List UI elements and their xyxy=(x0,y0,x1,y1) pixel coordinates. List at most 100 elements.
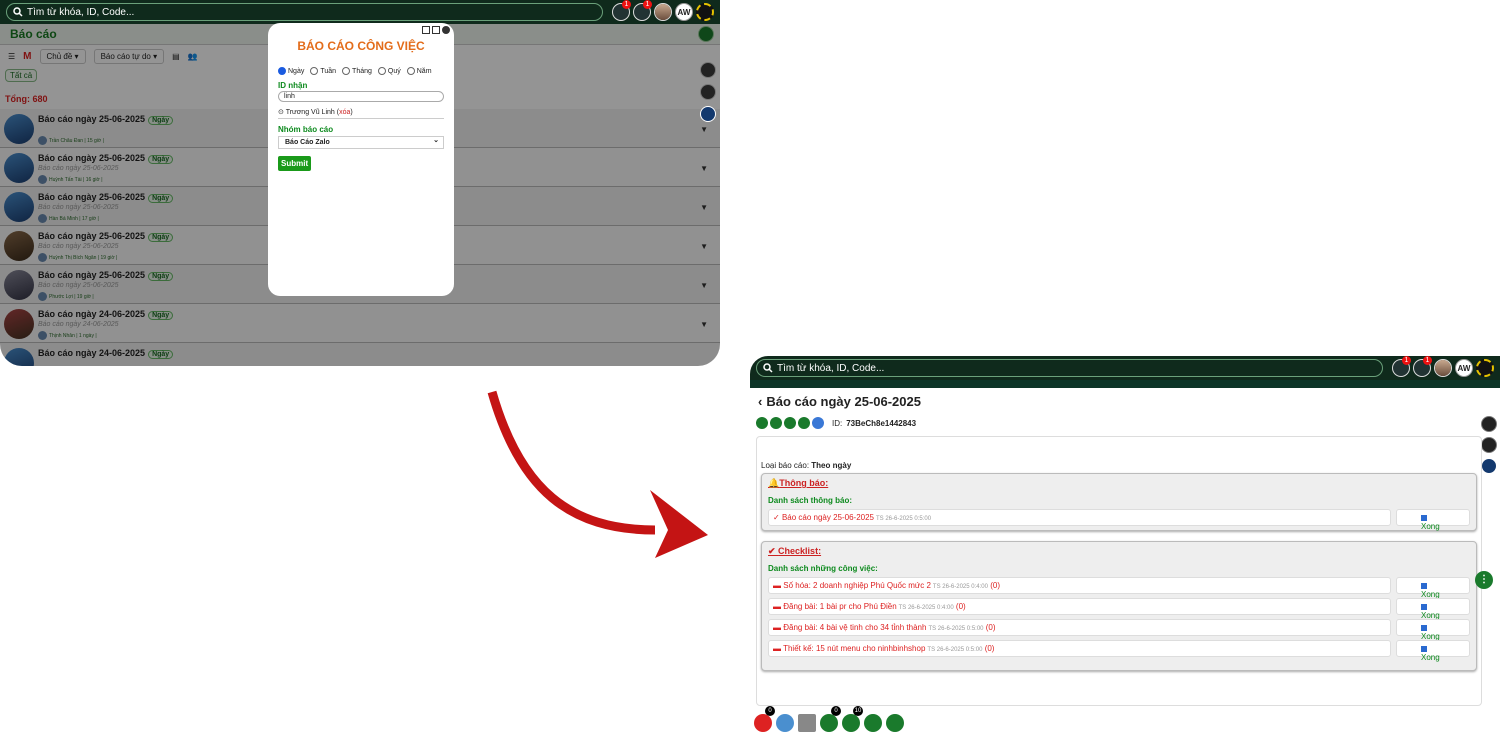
history-icon[interactable] xyxy=(864,714,882,732)
task-text: Đăng bài: 1 bài pr cho Phú Điền xyxy=(783,602,897,611)
radio-year[interactable]: Năm xyxy=(407,67,432,75)
task-time: TS 26-6-2025 0:5:00 xyxy=(927,647,983,653)
report-type-value: Theo ngày xyxy=(811,461,852,470)
more-options-icon[interactable]: ⋮ xyxy=(1475,571,1493,589)
add-icon[interactable]: 0 xyxy=(820,706,841,732)
h-icon[interactable] xyxy=(770,417,782,429)
task-count: (0) xyxy=(955,602,966,611)
detail-header: ‹ Báo cáo ngày 25-06-2025 xyxy=(758,394,925,409)
user-avatar-icon[interactable] xyxy=(776,714,794,732)
close-icon[interactable] xyxy=(442,26,450,34)
translate-icon[interactable] xyxy=(1481,416,1497,432)
task-count: (0) xyxy=(985,623,996,632)
radio-week[interactable]: Tuần xyxy=(310,67,336,75)
cart-icon[interactable]: 1 xyxy=(612,0,631,21)
top-bar: Tìm từ khóa, ID, Code... 1 1 AW xyxy=(750,356,1500,380)
search-icon xyxy=(763,363,773,373)
bottom-toolbar: 0 0 10 xyxy=(754,706,904,732)
back-chevron-icon[interactable]: ‹ xyxy=(758,394,762,409)
share-icon[interactable] xyxy=(886,714,904,732)
notice-title: Thông báo: xyxy=(779,478,829,488)
search-placeholder: Tìm từ khóa, ID, Code... xyxy=(777,362,885,374)
side-buttons xyxy=(700,62,716,122)
checklist-list-label: Danh sách những công việc: xyxy=(768,564,878,573)
done-checkbox[interactable]: Xong xyxy=(1396,598,1470,620)
report-detail-window: Tìm từ khóa, ID, Code... 1 1 AW ‹ Báo cáo… xyxy=(750,356,1500,734)
notice-text: Báo cáo ngày 25-06-2025 xyxy=(781,513,875,522)
list-item: ▬ Số hóa: 2 doanh nghiệp Phú Quốc mức 2T… xyxy=(768,577,1470,599)
done-checkbox[interactable]: Xong xyxy=(1396,509,1470,531)
bell-icon: 🔔 xyxy=(768,478,780,488)
bell-icon[interactable]: 1 xyxy=(1413,356,1432,377)
done-checkbox[interactable]: Xong xyxy=(1396,619,1470,641)
notice-list-label: Danh sách thông báo: xyxy=(768,496,852,505)
cart-badge: 1 xyxy=(1402,356,1411,365)
group-select[interactable]: Báo Cáo Zalo xyxy=(278,136,444,149)
grid-icon[interactable] xyxy=(700,84,716,100)
task-text: Số hóa: 2 doanh nghiệp Phú Quốc mức 2 xyxy=(783,581,931,590)
radio-quarter[interactable]: Quý xyxy=(378,67,401,75)
briefcase-icon: ▬ xyxy=(773,644,784,653)
briefcase-icon: ▬ xyxy=(773,581,784,590)
task-text: Đăng bài: 4 bài vệ tinh cho 34 tỉnh thàn… xyxy=(783,623,927,632)
task-count: (0) xyxy=(990,581,1000,590)
done-checkbox[interactable]: Xong xyxy=(1396,577,1470,599)
report-list-window: Tìm từ khóa, ID, Code... 1 1 AW Báo cáo … xyxy=(0,0,720,366)
likes-count: 0 xyxy=(765,706,775,716)
share-icon[interactable] xyxy=(812,417,824,429)
report-content: Loại báo cáo: Theo ngày 🔔Thông báo: Danh… xyxy=(756,436,1482,706)
notice-time: TS 26-6-2025 0:5:00 xyxy=(876,516,932,522)
expand-icon[interactable] xyxy=(798,417,810,429)
list-item: ▬ Đăng bài: 1 bài pr cho Phú Điền TS 26-6… xyxy=(768,598,1470,620)
briefcase-icon: ▬ xyxy=(773,623,784,632)
search-icon xyxy=(13,7,23,17)
chatbot-icon[interactable] xyxy=(700,106,716,122)
action-icons: ID: 73BeCh8e1442843 xyxy=(756,417,916,429)
translate-icon[interactable] xyxy=(700,62,716,78)
search-placeholder: Tìm từ khóa, ID, Code... xyxy=(27,6,135,18)
chatbot-icon[interactable] xyxy=(1481,458,1497,474)
id-input[interactable]: linh xyxy=(278,91,444,102)
remove-link[interactable]: xóa xyxy=(339,109,350,116)
list-item: ✓ Báo cáo ngày 25-06-2025 TS 26-6-2025 0:… xyxy=(768,509,1470,531)
checklist-panel: ✔ Checklist: Danh sách những công việc: … xyxy=(761,541,1477,671)
brand-logo-icon[interactable]: AW xyxy=(675,3,693,21)
qr-code-icon[interactable] xyxy=(798,714,816,732)
cart-badge: 1 xyxy=(622,0,631,9)
briefcase-icon: ▬ xyxy=(773,602,784,611)
search-input[interactable]: Tìm từ khóa, ID, Code... xyxy=(756,359,1383,377)
cart-icon[interactable]: 1 xyxy=(1392,356,1411,377)
fullscreen-icon[interactable] xyxy=(432,26,440,34)
id-label: ID nhận xyxy=(278,81,308,90)
menu-icon[interactable] xyxy=(1476,359,1494,377)
eye-icon[interactable]: 10 xyxy=(842,706,863,732)
brand-logo-icon[interactable]: AW xyxy=(1455,359,1473,377)
search-input[interactable]: Tìm từ khóa, ID, Code... xyxy=(6,3,603,21)
modal-title: BÁO CÁO CÔNG VIỆC xyxy=(297,39,425,53)
top-bar: Tìm từ khóa, ID, Code... 1 1 AW xyxy=(0,0,720,24)
detail-title: Báo cáo ngày 25-06-2025 xyxy=(766,394,921,409)
report-id: 73BeCh8e1442843 xyxy=(846,418,917,428)
banner-image xyxy=(750,380,1500,388)
avatar[interactable] xyxy=(1434,359,1452,377)
selected-person: ⊙ Trương Vũ Linh (xóa) xyxy=(278,108,444,119)
task-time: TS 26-6-2025 0:4:00 xyxy=(898,605,954,611)
grid-icon[interactable] xyxy=(1481,437,1497,453)
menu-icon[interactable] xyxy=(696,3,714,21)
columns-icon[interactable] xyxy=(784,417,796,429)
hash-icon[interactable] xyxy=(756,417,768,429)
avatar[interactable] xyxy=(654,3,672,21)
views-count: 10 xyxy=(853,706,863,716)
group-label: Nhóm báo cáo xyxy=(278,125,334,134)
selected-person-name: Trương Vũ Linh ( xyxy=(285,109,340,116)
submit-button[interactable]: Submit xyxy=(278,156,312,171)
radio-month[interactable]: Tháng xyxy=(342,67,372,75)
done-checkbox[interactable]: Xong xyxy=(1396,640,1470,662)
double-check-icon: ✔ xyxy=(768,546,779,556)
bell-icon[interactable]: 1 xyxy=(633,0,652,21)
heart-icon[interactable]: 0 xyxy=(754,706,775,732)
task-text: Thiết kế: 15 nút menu cho ninhbinhshop xyxy=(783,644,926,653)
bell-badge: 1 xyxy=(643,0,652,9)
radio-day[interactable]: Ngày xyxy=(278,67,304,75)
split-view-icon[interactable] xyxy=(422,26,430,34)
